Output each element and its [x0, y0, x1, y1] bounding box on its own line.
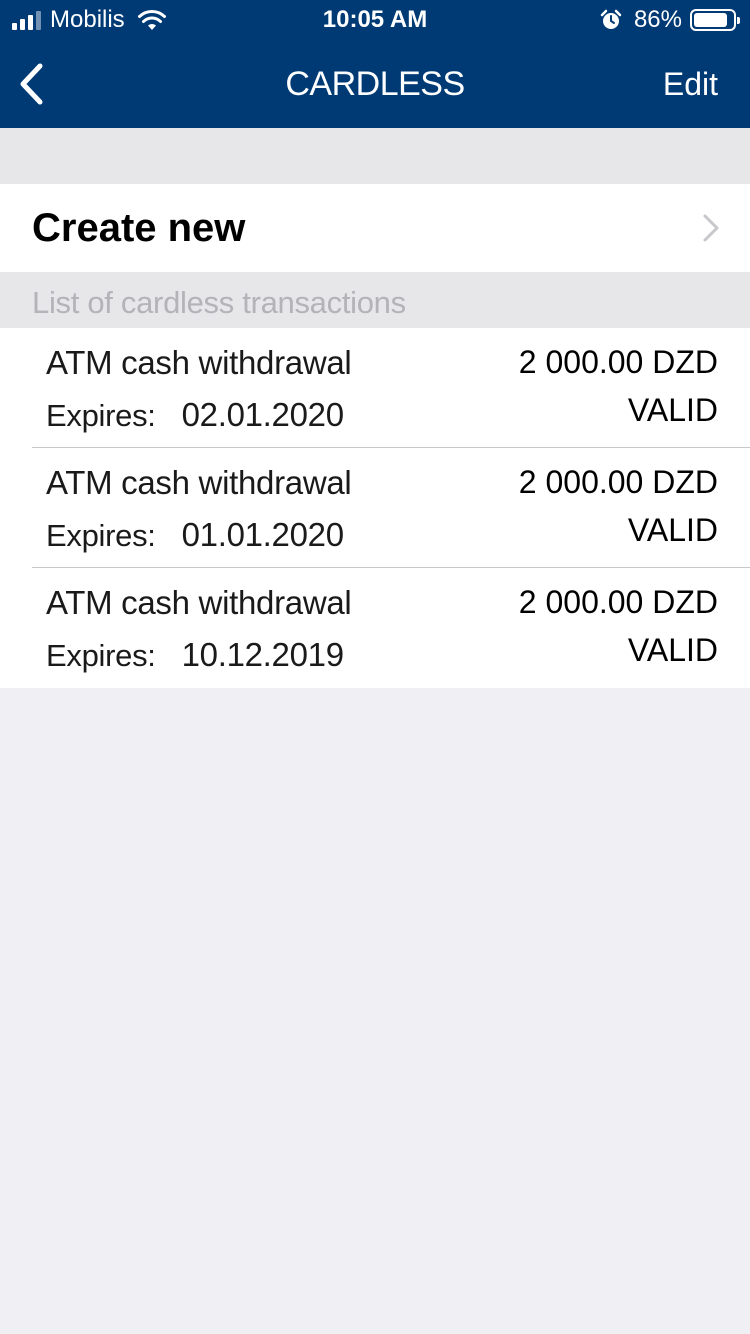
- transaction-list: ATM cash withdrawal Expires: 02.01.2020 2…: [0, 328, 750, 688]
- create-new-label: Create new: [32, 206, 246, 250]
- transaction-expiry: Expires: 10.12.2019: [46, 636, 344, 674]
- table-row[interactable]: ATM cash withdrawal Expires: 10.12.2019 2…: [32, 568, 750, 688]
- transaction-amount: 2 000.00 DZD: [518, 344, 718, 380]
- status-bar-right: 86%: [600, 0, 740, 40]
- edit-button[interactable]: Edit: [663, 40, 718, 128]
- transaction-name: ATM cash withdrawal: [46, 344, 352, 381]
- page-title: CARDLESS: [285, 65, 465, 103]
- table-row[interactable]: ATM cash withdrawal Expires: 01.01.2020 2…: [32, 448, 750, 568]
- status-badge: VALID: [627, 512, 718, 548]
- battery-icon: [690, 9, 740, 31]
- expires-date: 01.01.2020: [181, 516, 344, 553]
- battery-percent: 86%: [633, 6, 682, 33]
- navigation-bar: CARDLESS Edit: [0, 40, 750, 128]
- create-new-row[interactable]: Create new: [0, 184, 750, 272]
- transaction-name: ATM cash withdrawal: [46, 464, 352, 501]
- expires-label: Expires:: [46, 518, 156, 553]
- status-badge: VALID: [627, 392, 718, 428]
- transaction-expiry: Expires: 02.01.2020: [46, 396, 344, 434]
- top-spacer: [0, 128, 750, 184]
- transaction-name: ATM cash withdrawal: [46, 584, 352, 621]
- section-header: List of cardless transactions: [0, 272, 750, 328]
- chevron-right-icon: [703, 214, 719, 242]
- expires-date: 02.01.2020: [181, 396, 344, 433]
- transaction-amount: 2 000.00 DZD: [518, 464, 718, 500]
- transaction-expiry: Expires: 01.01.2020: [46, 516, 344, 554]
- table-row[interactable]: ATM cash withdrawal Expires: 02.01.2020 2…: [32, 328, 750, 448]
- expires-label: Expires:: [46, 398, 156, 433]
- status-bar: Mobilis 10:05 AM 86%: [0, 0, 750, 40]
- section-header-label: List of cardless transactions: [32, 285, 406, 320]
- status-badge: VALID: [627, 632, 718, 668]
- alarm-clock-icon: [600, 9, 622, 29]
- battery-tip: [737, 17, 740, 24]
- expires-date: 10.12.2019: [181, 636, 344, 673]
- expires-label: Expires:: [46, 638, 156, 673]
- transaction-amount: 2 000.00 DZD: [518, 584, 718, 620]
- battery-level-fill: [694, 13, 727, 27]
